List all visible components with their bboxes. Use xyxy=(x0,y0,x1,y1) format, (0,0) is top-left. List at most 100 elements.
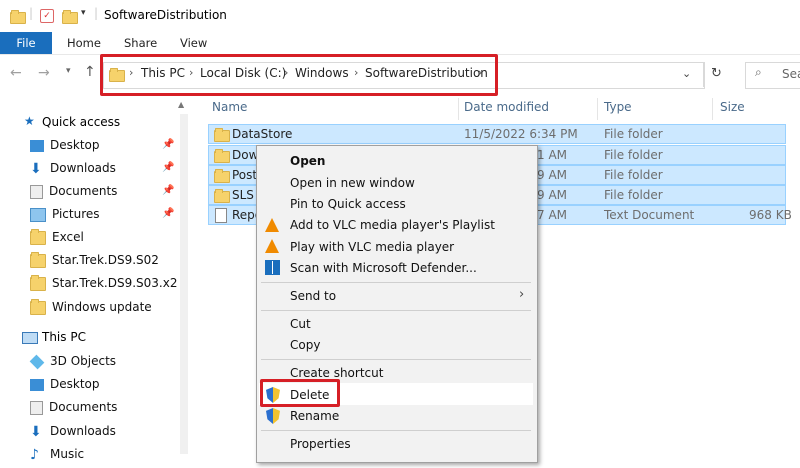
pin-icon[interactable]: 📌 xyxy=(162,185,174,196)
column-header-date-modified[interactable]: Date modified xyxy=(464,100,549,114)
menu-item-open-new-window[interactable]: Open in new window xyxy=(290,176,415,190)
ribbon-tabs: File Home Share View xyxy=(0,32,800,55)
nav-item-pc-documents[interactable]: Documents xyxy=(30,396,117,418)
nav-pane-scrollbar[interactable] xyxy=(180,114,188,454)
menu-item-pin-quick-access[interactable]: Pin to Quick access xyxy=(290,197,406,211)
column-header-type[interactable]: Type xyxy=(604,100,632,114)
nav-item-desktop[interactable]: Desktop xyxy=(30,134,100,156)
tab-share[interactable]: Share xyxy=(124,32,157,54)
submenu-chevron-icon: › xyxy=(519,287,525,302)
pin-icon[interactable]: 📌 xyxy=(162,162,174,173)
forward-arrow-icon[interactable]: → xyxy=(38,65,50,81)
text-document-icon xyxy=(215,208,227,223)
scroll-up-arrow-icon[interactable]: ▲ xyxy=(178,100,184,109)
title-divider: | xyxy=(94,6,99,20)
folder-icon xyxy=(214,149,230,163)
nav-this-pc[interactable]: This PC xyxy=(42,330,86,344)
tab-view[interactable]: View xyxy=(180,32,207,54)
file-date: 9 AM xyxy=(537,168,568,182)
file-type: Text Document xyxy=(604,208,695,222)
menu-item-cut[interactable]: Cut xyxy=(290,317,311,331)
file-type: File folder xyxy=(604,127,663,141)
folder-icon xyxy=(30,228,46,245)
menu-item-vlc-playlist[interactable]: Add to VLC media player's Playlist xyxy=(290,218,495,232)
address-highlight-box xyxy=(100,54,498,96)
menu-item-copy[interactable]: Copy xyxy=(290,338,320,352)
menu-divider xyxy=(261,310,531,311)
nav-item-downloads[interactable]: ⬇ Downloads xyxy=(30,157,116,179)
quick-access-star-icon: ★ xyxy=(24,114,35,128)
defender-icon xyxy=(265,260,280,275)
nav-item-pc-desktop[interactable]: Desktop xyxy=(30,373,100,395)
vlc-cone-icon xyxy=(265,218,279,232)
nav-item-star-trek-s02[interactable]: Star.Trek.DS9.S02 xyxy=(30,249,159,271)
title-divider: | xyxy=(29,6,34,20)
download-arrow-icon: ⬇ xyxy=(30,160,42,177)
window-title: SoftwareDistribution xyxy=(104,8,227,22)
desktop-icon xyxy=(30,139,44,152)
vlc-cone-icon xyxy=(265,239,279,253)
menu-item-rename[interactable]: Rename xyxy=(290,409,339,423)
new-folder-icon[interactable] xyxy=(62,10,78,24)
column-header-name[interactable]: Name xyxy=(212,100,247,114)
pictures-icon xyxy=(30,207,46,222)
column-divider[interactable] xyxy=(458,98,459,120)
search-icon: ⌕ xyxy=(755,65,762,79)
documents-icon xyxy=(30,184,43,199)
recent-locations-chevron-icon[interactable]: ▾ xyxy=(66,66,71,76)
file-date: 1 AM xyxy=(537,148,568,162)
menu-item-properties[interactable]: Properties xyxy=(290,437,351,451)
quick-access-toolbar-dropdown-icon[interactable]: ▾ xyxy=(81,8,86,18)
address-dropdown-chevron-icon[interactable]: ⌄ xyxy=(682,67,691,80)
nav-item-pictures[interactable]: Pictures xyxy=(30,203,100,225)
column-divider[interactable] xyxy=(712,98,713,120)
pin-icon[interactable]: 📌 xyxy=(162,208,174,219)
file-date: 11/5/2022 6:34 PM xyxy=(464,127,578,141)
menu-divider xyxy=(261,282,531,283)
nav-quick-access[interactable]: Quick access xyxy=(42,115,120,129)
column-divider[interactable] xyxy=(597,98,598,120)
file-type: File folder xyxy=(604,188,663,202)
menu-item-vlc-play[interactable]: Play with VLC media player xyxy=(290,240,454,254)
menu-divider xyxy=(261,430,531,431)
nav-item-3d-objects[interactable]: 3D Objects xyxy=(29,350,116,372)
folder-icon xyxy=(30,251,46,268)
folder-icon xyxy=(214,128,230,142)
folder-icon xyxy=(214,169,230,183)
delete-highlight-box xyxy=(260,379,340,407)
menu-item-send-to[interactable]: Send to xyxy=(290,289,336,303)
folder-icon xyxy=(214,189,230,203)
up-arrow-icon[interactable]: ↑ xyxy=(84,64,96,80)
nav-item-documents[interactable]: Documents xyxy=(30,180,117,202)
back-arrow-icon[interactable]: ← xyxy=(10,65,22,81)
search-input[interactable]: Sea xyxy=(782,67,800,81)
nav-item-windows-update[interactable]: Windows update xyxy=(30,296,152,318)
pin-icon[interactable]: 📌 xyxy=(162,139,174,150)
nav-item-music[interactable]: ♪ Music xyxy=(30,443,84,465)
nav-item-excel[interactable]: Excel xyxy=(30,226,84,248)
file-name: DataStore xyxy=(232,127,293,141)
menu-item-open[interactable]: Open xyxy=(290,154,325,168)
column-header-size[interactable]: Size xyxy=(720,100,745,114)
documents-icon xyxy=(30,400,43,415)
file-name: SLS xyxy=(232,188,254,202)
context-menu: Open Open in new window Pin to Quick acc… xyxy=(256,145,538,463)
tab-home[interactable]: Home xyxy=(67,32,101,54)
nav-item-pc-downloads[interactable]: ⬇ Downloads xyxy=(30,420,116,442)
desktop-icon xyxy=(30,378,44,391)
folder-icon xyxy=(30,274,46,291)
tab-file[interactable]: File xyxy=(0,32,52,54)
properties-check-icon[interactable]: ✓ xyxy=(40,9,54,23)
file-date: 9 AM xyxy=(537,188,568,202)
shield-icon xyxy=(266,408,280,424)
download-arrow-icon: ⬇ xyxy=(30,423,42,440)
file-type: File folder xyxy=(604,168,663,182)
file-name: Dow xyxy=(232,148,259,162)
menu-item-create-shortcut[interactable]: Create shortcut xyxy=(290,366,383,380)
menu-item-defender[interactable]: Scan with Microsoft Defender... xyxy=(290,261,477,275)
nav-item-star-trek-s03[interactable]: Star.Trek.DS9.S03.x264.ac xyxy=(30,272,178,294)
folder-icon xyxy=(30,298,46,315)
file-size: 968 KB xyxy=(749,208,792,222)
3d-objects-icon xyxy=(29,354,45,369)
file-date: 7 AM xyxy=(537,208,568,222)
